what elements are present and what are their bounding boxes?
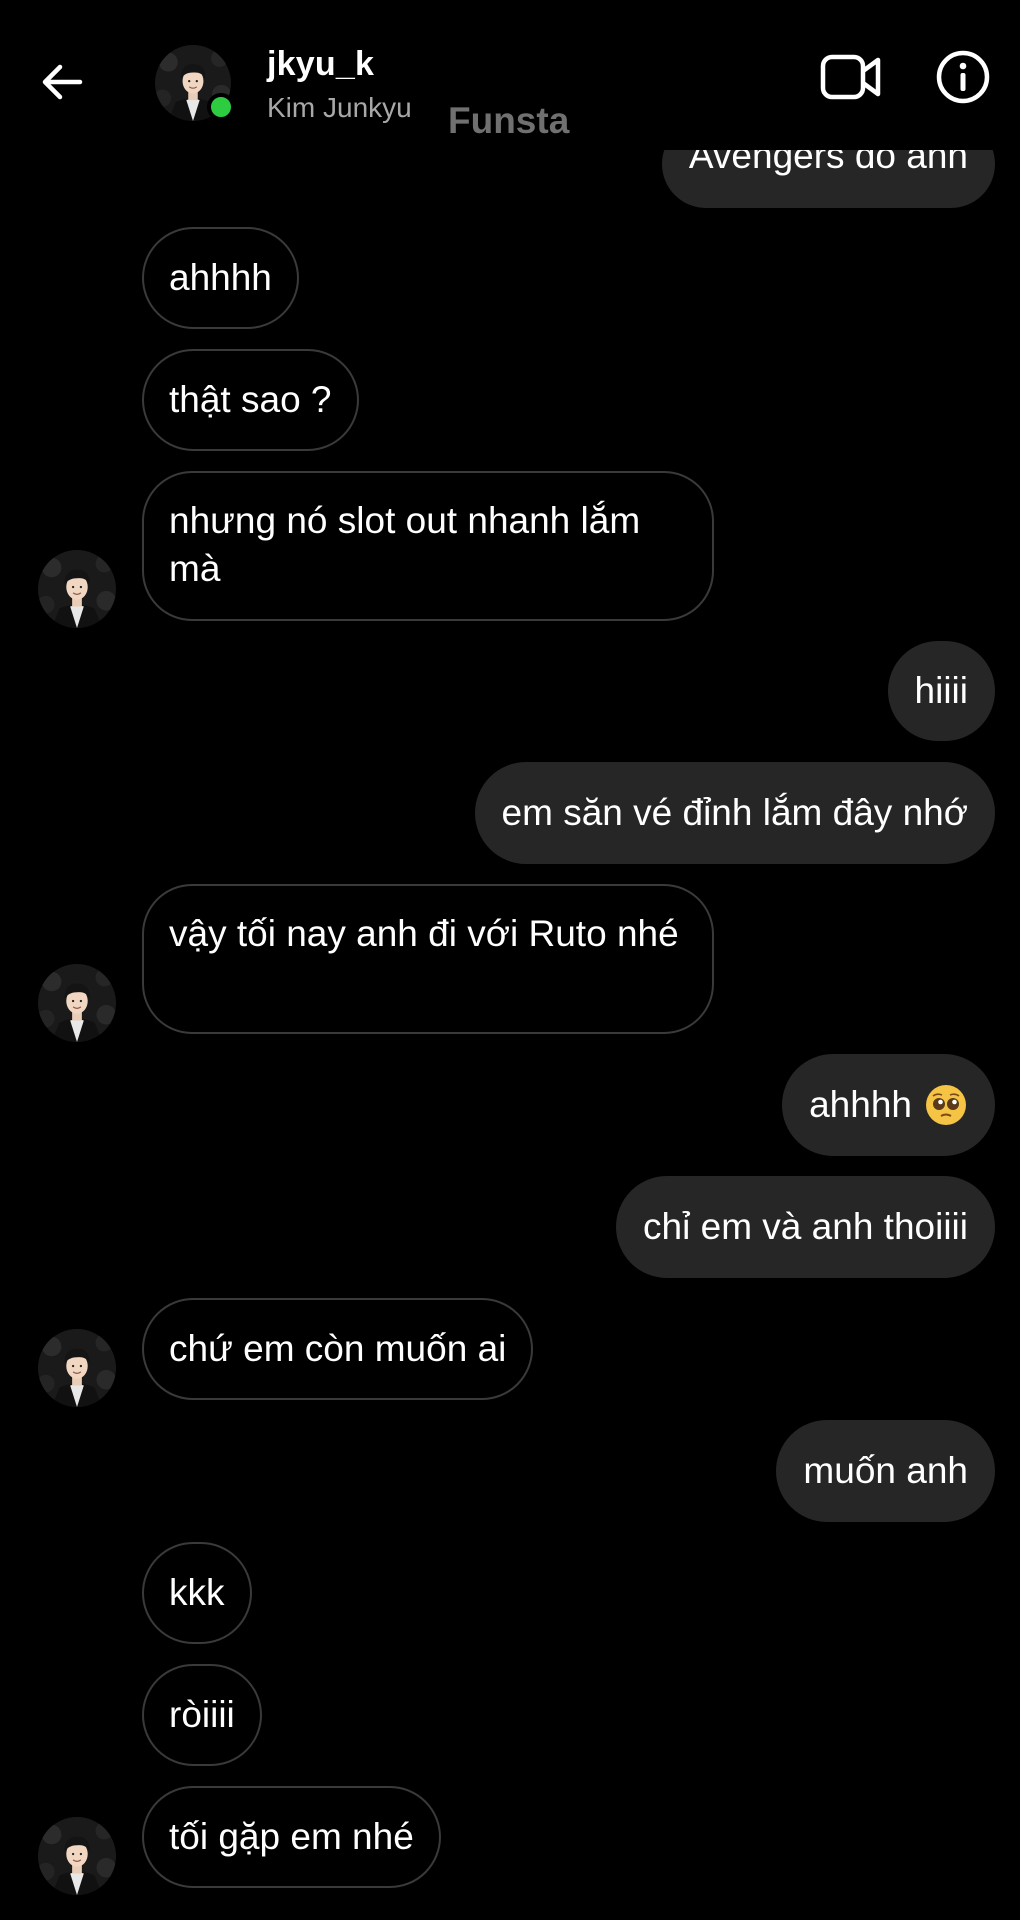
- avatar: [38, 550, 116, 628]
- message-bubble-sent[interactable]: em săn vé đỉnh lắm đây nhớ: [474, 762, 995, 864]
- avatar: [38, 1817, 116, 1895]
- message-bubble-received[interactable]: thật sao ?: [142, 349, 359, 451]
- profile-avatar[interactable]: [155, 45, 235, 121]
- contact-full-name: Kim Junkyu: [267, 92, 412, 123]
- message-bubble-sent[interactable]: chỉ em và anh thoiiii: [616, 1176, 995, 1278]
- sender-avatar[interactable]: [38, 964, 116, 1042]
- message-bubble-received[interactable]: vậy tối nay anh đi với Ruto nhé: [142, 884, 714, 1034]
- message-thread: Avengers đó anh ahhhh thật sao ? nhưng n…: [0, 0, 1020, 1920]
- back-button[interactable]: [30, 50, 94, 114]
- chat-header: jkyu_k Kim Junkyu Funsta: [0, 0, 1020, 150]
- info-button[interactable]: [934, 48, 992, 106]
- sender-avatar[interactable]: [38, 550, 116, 628]
- message-bubble-received[interactable]: tối gặp em nhé: [142, 1786, 441, 1888]
- video-call-button[interactable]: [818, 50, 884, 104]
- sender-avatar[interactable]: [38, 1817, 116, 1895]
- message-bubble-received[interactable]: kkk: [142, 1542, 252, 1644]
- avatar: [38, 964, 116, 1042]
- avatar: [38, 1329, 116, 1407]
- message-bubble-received[interactable]: nhưng nó slot out nhanh lắm mà: [142, 471, 714, 621]
- arrow-left-icon: [42, 64, 83, 100]
- message-bubble-received[interactable]: chứ em còn muốn ai: [142, 1298, 534, 1400]
- pleading-face-emoji-icon: [926, 1085, 966, 1125]
- message-bubble-sent[interactable]: ahhhh: [782, 1054, 995, 1156]
- info-icon: [936, 50, 990, 104]
- message-bubble-received[interactable]: ahhhh: [142, 227, 299, 329]
- message-bubble-sent[interactable]: hiiii: [887, 641, 995, 741]
- sender-avatar[interactable]: [38, 1329, 116, 1407]
- online-status-indicator: [207, 93, 235, 121]
- watermark: Funsta: [448, 100, 570, 141]
- contact-username[interactable]: jkyu_k: [267, 44, 374, 84]
- message-bubble-received[interactable]: ròiiii: [142, 1664, 262, 1766]
- message-text: ahhhh: [809, 1084, 912, 1125]
- message-bubble-sent[interactable]: muốn anh: [776, 1420, 995, 1522]
- video-camera-icon: [820, 54, 881, 100]
